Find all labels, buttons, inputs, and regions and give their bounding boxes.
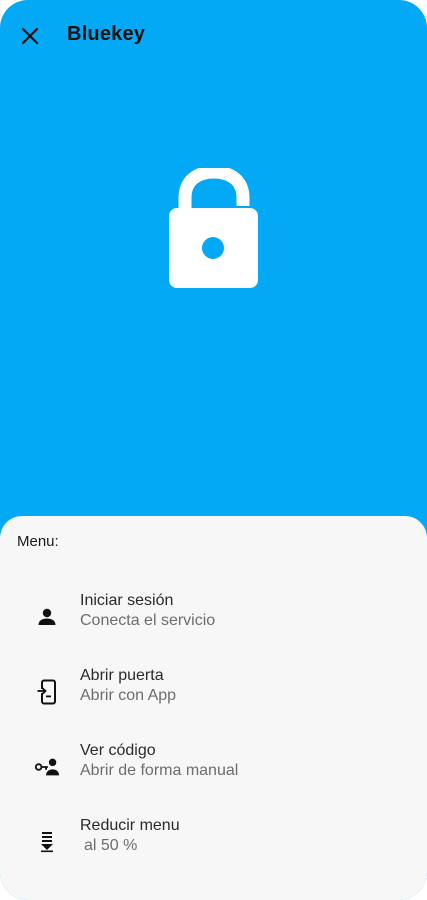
menu-item-abrir-puerta[interactable]: Abrir puerta Abrir con App bbox=[0, 667, 427, 731]
close-icon bbox=[21, 27, 39, 45]
menu-item-subtitle: Abrir de forma manual bbox=[80, 762, 239, 779]
close-button[interactable] bbox=[14, 20, 46, 52]
menu-heading: Menu: bbox=[17, 533, 59, 550]
menu-item-reducir-menu[interactable]: Reducir menu al 50 % bbox=[0, 817, 427, 881]
key-person-icon bbox=[34, 754, 60, 780]
reduce-menu-icon bbox=[34, 829, 60, 855]
menu-item-subtitle: al 50 % bbox=[84, 837, 138, 854]
menu-item-title: Iniciar sesión bbox=[80, 592, 174, 609]
menu-item-title: Abrir puerta bbox=[80, 667, 164, 684]
person-icon bbox=[34, 604, 60, 630]
menu-sheet: Menu: Iniciar sesión Conecta el servicio bbox=[0, 516, 427, 900]
lock-open-icon bbox=[163, 165, 263, 292]
phone-door-icon bbox=[34, 679, 60, 705]
top-bar: Bluekey bbox=[0, 0, 427, 72]
menu-item-subtitle: Conecta el servicio bbox=[80, 612, 216, 629]
app-title: Bluekey bbox=[67, 23, 146, 45]
menu-item-title: Reducir menu bbox=[80, 817, 180, 834]
menu-item-subtitle: Abrir con App bbox=[80, 687, 177, 704]
app-screen: Bluekey Menu: Iniciar sesión Conecta el … bbox=[0, 0, 427, 900]
menu-item-ver-codigo[interactable]: Ver código Abrir de forma manual bbox=[0, 742, 427, 806]
menu-item-iniciar-sesion[interactable]: Iniciar sesión Conecta el servicio bbox=[0, 592, 427, 656]
menu-item-title: Ver código bbox=[80, 742, 156, 759]
